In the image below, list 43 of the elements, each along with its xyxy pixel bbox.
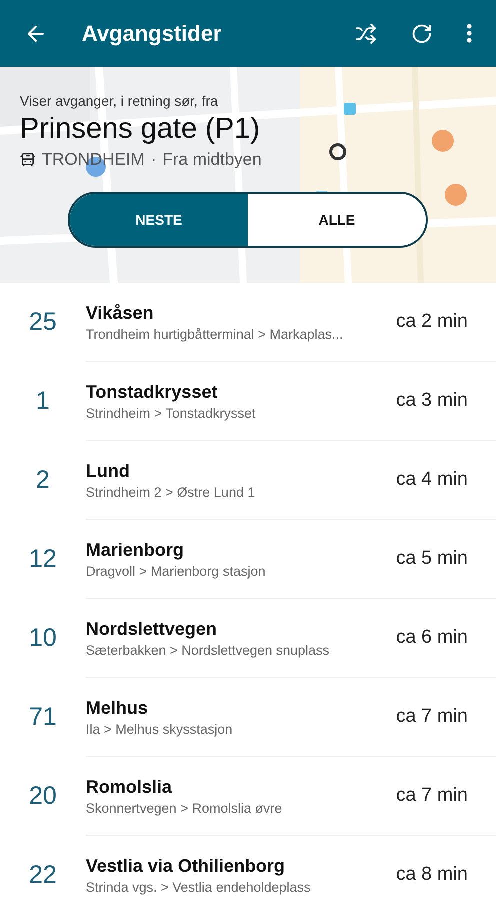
line-number: 10 [28,624,58,653]
route: Strindheim 2 > Østre Lund 1 [86,484,256,500]
route: Skonnertvegen > Romolslia øvre [86,800,284,816]
route: Trondheim hurtigbåtterminal > Markaplas... [86,326,344,342]
line-number: 71 [28,703,58,732]
more-icon [467,24,472,43]
route: Strindheim > Tonstadkrysset [86,406,257,420]
departure-time: ca 7 min [396,785,468,807]
route: Sæterbakken > Nordslettvegen snuplass [86,642,331,658]
departure-time: ca 8 min [396,864,468,886]
line-number: 22 [28,861,58,890]
line-number: 2 [35,466,51,495]
route: Dragvoll > Marienborg stasjon [86,564,267,578]
bus-icon [20,152,36,168]
destination: Melhus [86,698,150,718]
stop-name: Prinsens gate (P1) [20,113,262,146]
line-number: 12 [28,545,58,574]
destination: Lund [86,460,131,482]
direction-label: Fra midtbyen [162,150,262,170]
destination: Marienborg [86,540,186,560]
refresh-icon [411,22,433,44]
departure-time: ca 3 min [396,390,468,412]
line-number: 20 [28,782,58,811]
departure-time: ca 5 min [396,548,468,570]
route: Strinda vgs. > Vestlia endeholdeplass [86,880,312,894]
departure-time: ca 7 min [396,706,468,728]
line-number: 25 [28,308,58,337]
departure-time: ca 6 min [396,627,468,649]
destination: Tonstadkrysset [86,382,219,402]
departure-time: ca 4 min [396,469,468,491]
line-number: 1 [35,387,51,416]
separator: · [150,150,157,170]
shuffle-icon [355,22,377,44]
destination: Nordslettvegen [86,618,218,640]
city-label: TRONDHEIM [42,150,145,170]
tab[interactable]: NESTE [70,194,248,246]
destination: Vestlia via Othilienborg [86,856,286,876]
screen-title: Avgangstider [82,20,223,46]
destination: Romolslia [86,776,174,798]
route: Ila > Melhus skysstasjon [86,722,234,736]
departure-time: ca 2 min [396,311,468,333]
direction-caption: Viser avganger, i retning sør, fra [20,93,220,109]
destination: Vikåsen [86,302,155,324]
